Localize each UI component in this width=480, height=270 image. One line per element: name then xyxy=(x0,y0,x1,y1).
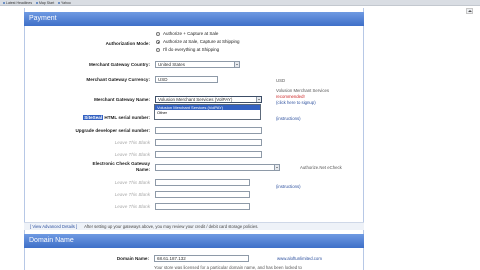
payment-section-header: Payment xyxy=(24,12,364,26)
leave-blank-label-3: Leave This Blank xyxy=(114,180,150,185)
auth-capture-at-shipping-radio[interactable] xyxy=(156,40,160,44)
domain-license-notice: Your store was licensed for a particular… xyxy=(154,265,302,270)
domain-name-input[interactable]: 68.61.187.132 xyxy=(154,255,249,262)
settings-panel: Authorization Mode: Authorize + Capture … xyxy=(24,8,364,270)
leave-blank-input-5[interactable] xyxy=(155,203,250,210)
right-gutter xyxy=(364,6,480,270)
bookmark-map-start[interactable]: Map Start xyxy=(36,0,54,6)
gateway-country-value: United States xyxy=(158,62,186,67)
gateway-signup-link[interactable]: (click here to signup) xyxy=(276,100,316,105)
serial-number-label: SiteSeal HTML serial number: xyxy=(25,115,150,120)
echeck-instructions-link[interactable]: (instructions) xyxy=(276,184,301,189)
gateway-recommended-text: recommended! xyxy=(276,94,305,99)
auth-capture-at-sale-label: Authorize + Capture at Sale xyxy=(163,31,219,36)
leave-blank-input-1[interactable] xyxy=(155,139,262,146)
leave-blank-input-4[interactable] xyxy=(155,191,250,198)
authorization-mode-label: Authorization Mode: xyxy=(105,41,150,46)
do-everything-at-shipping-label: I'll do everything at Shipping xyxy=(163,47,220,52)
leave-blank-label-5: Leave This Blank xyxy=(114,204,150,209)
domain-right-link[interactable]: www.aloftunlimited.com xyxy=(277,256,322,261)
gateway-name-select[interactable]: Volusion Merchant Services (VolPAY) xyxy=(155,96,262,103)
gateway-name-label: Merchant Gateway Name: xyxy=(94,97,150,102)
echeck-gateway-label: Electronic Check Gateway xyxy=(92,161,150,166)
echeck-gateway-label-name: Name: xyxy=(135,167,150,172)
leave-blank-label-4: Leave This Blank xyxy=(114,192,150,197)
advanced-note-bar: [ View Advanced Details ] After setting … xyxy=(24,222,364,230)
gateway-currency-input[interactable]: USD xyxy=(155,76,218,83)
upgrade-serial-input[interactable] xyxy=(155,127,262,134)
gateway-name-dropdown-list: Volusion Merchant Services (VolPAY) Othe… xyxy=(154,104,261,120)
currency-right-text: USD xyxy=(276,78,286,83)
gateway-option-other[interactable]: Other xyxy=(155,110,260,115)
bookmark-yahoo[interactable]: Yahoo xyxy=(58,0,71,6)
leave-blank-label-2: Leave This Blank xyxy=(114,152,150,157)
domain-section-header: Domain Name xyxy=(24,234,364,248)
storage-policy-note: After setting up your gateways above, yo… xyxy=(84,224,259,229)
serial-number-label-rest: HTML serial number: xyxy=(103,115,150,120)
echeck-right-text: Authorize.Net eCheck xyxy=(300,165,342,170)
serial-instructions-link[interactable]: (instructions) xyxy=(276,116,301,121)
gateway-currency-label: Merchant Gateway Currency: xyxy=(86,77,150,82)
chevron-down-icon xyxy=(234,62,239,67)
leave-blank-input-3[interactable] xyxy=(155,179,250,186)
gateway-name-value: Volusion Merchant Services (VolPAY) xyxy=(158,97,233,102)
scroll-up-icon[interactable] xyxy=(466,8,473,14)
auth-capture-at-sale-radio[interactable] xyxy=(156,32,160,36)
leave-blank-input-2[interactable] xyxy=(155,151,262,158)
chevron-down-icon xyxy=(274,165,279,170)
echeck-gateway-select[interactable] xyxy=(155,164,280,171)
gateway-right-title: Volusion Merchant Services xyxy=(276,88,330,93)
serial-number-highlight: SiteSeal xyxy=(83,115,104,120)
bookmark-latest-headlines[interactable]: Latest Headlines xyxy=(3,0,32,6)
do-everything-at-shipping-radio[interactable] xyxy=(156,48,160,52)
upgrade-serial-label: Upgrade developer serial number: xyxy=(75,128,150,133)
domain-name-label: Domain Name: xyxy=(116,256,149,261)
auth-capture-at-shipping-label: Authorize at Sale, Capture at Shipping xyxy=(163,39,240,44)
chevron-down-icon xyxy=(256,97,261,102)
gateway-country-label: Merchant Gateway Country: xyxy=(88,62,150,67)
leave-blank-label-1: Leave This Blank xyxy=(114,140,150,145)
view-advanced-details-link[interactable]: [ View Advanced Details ] xyxy=(30,224,77,229)
gateway-country-select[interactable]: United States xyxy=(155,61,240,68)
